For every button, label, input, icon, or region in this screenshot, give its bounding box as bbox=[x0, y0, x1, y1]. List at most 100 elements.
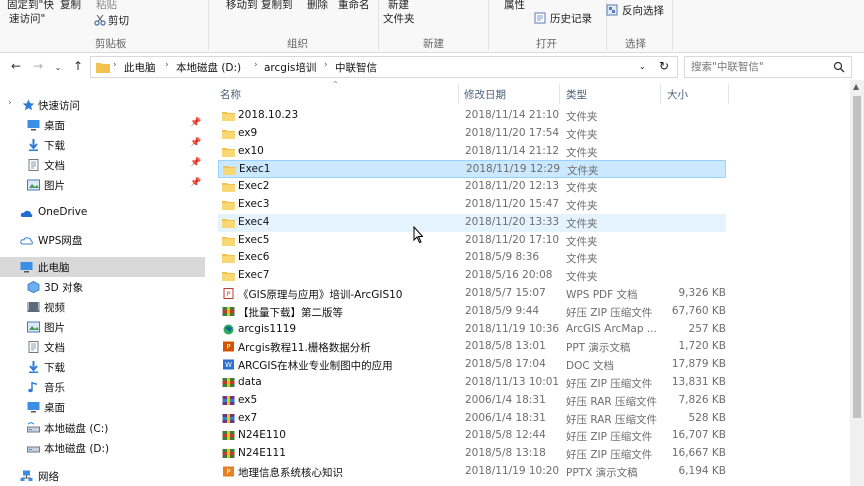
file-row[interactable]: Exec6 2018/5/9 8:36 文件夹 bbox=[218, 249, 726, 267]
address-dropdown-chevron-icon[interactable]: ⌄ bbox=[639, 62, 646, 71]
column-header-type[interactable]: 类型 bbox=[566, 87, 587, 102]
ribbon-separator bbox=[378, 0, 379, 50]
search-icon[interactable] bbox=[833, 61, 845, 73]
file-modified-date: 2018/11/19 10:36 bbox=[465, 322, 560, 335]
file-row[interactable]: Exec5 2018/11/20 17:10 文件夹 bbox=[218, 232, 726, 250]
nav-item-desktop-pinned[interactable]: 桌面 📌 bbox=[0, 115, 205, 135]
computer-icon bbox=[20, 262, 33, 273]
file-row[interactable]: arcgis1119 2018/11/19 10:36 ArcGIS ArcMap … bbox=[218, 321, 726, 339]
breadcrumb-arcgis-training[interactable]: arcgis培训 bbox=[264, 60, 316, 75]
ribbon-separator bbox=[672, 0, 673, 50]
column-header-date[interactable]: 修改日期 bbox=[464, 87, 506, 102]
column-divider[interactable] bbox=[559, 84, 560, 104]
invert-selection-button[interactable]: 反向选择 bbox=[622, 3, 664, 18]
properties-button[interactable]: 属性 bbox=[504, 0, 525, 12]
breadcrumb-drive-d[interactable]: 本地磁盘 (D:) bbox=[176, 60, 241, 75]
back-arrow-icon[interactable]: ← bbox=[8, 58, 24, 74]
refresh-icon[interactable]: ↻ bbox=[659, 59, 669, 73]
scroll-up-arrow-icon[interactable]: ▲ bbox=[853, 82, 859, 91]
column-divider[interactable] bbox=[458, 84, 459, 104]
nav-item-3d-objects[interactable]: 3D 对象 bbox=[0, 277, 205, 297]
address-row: ← → ⌄ ↑ › 此电脑 › 本地磁盘 (D:) › arcgis培训 › 中… bbox=[0, 54, 864, 80]
new-folder-label[interactable]: 文件夹 bbox=[383, 11, 415, 26]
recent-locations-chevron-icon[interactable]: ⌄ bbox=[50, 60, 66, 76]
file-name: 【批量下载】第二版等 bbox=[238, 306, 343, 319]
history-button[interactable]: 历史记录 bbox=[550, 11, 592, 26]
nav-item-drive-d[interactable]: 本地磁盘 (D:) bbox=[0, 438, 205, 458]
pin-icon[interactable]: 📌 bbox=[190, 158, 201, 168]
file-row[interactable]: W ARCGIS在林业专业制图中的应用 2018/5/8 17:04 DOC 文档 17… bbox=[218, 356, 726, 374]
cut-button[interactable]: 剪切 bbox=[108, 13, 129, 28]
breadcrumb-separator-icon[interactable]: › bbox=[254, 60, 258, 70]
nav-item-videos[interactable]: 视频 bbox=[0, 297, 205, 317]
column-divider[interactable] bbox=[660, 84, 661, 104]
nav-item-pictures[interactable]: 图片 bbox=[0, 317, 205, 337]
file-row[interactable]: Exec1 2018/11/19 12:29 文件夹 bbox=[218, 160, 726, 179]
vertical-scrollbar[interactable]: ▲ bbox=[850, 80, 864, 486]
paste-button[interactable]: 粘贴 bbox=[96, 0, 117, 12]
file-row[interactable]: 2018.10.23 2018/11/14 21:10 文件夹 bbox=[218, 107, 726, 125]
delete-button[interactable]: 删除 bbox=[307, 0, 328, 12]
rename-button[interactable]: 重命名 bbox=[338, 0, 370, 12]
up-arrow-icon[interactable]: ↑ bbox=[70, 58, 86, 74]
file-row[interactable]: Exec7 2018/5/16 20:08 文件夹 bbox=[218, 267, 726, 285]
breadcrumb-current-folder[interactable]: 中联智信 bbox=[335, 60, 377, 75]
nav-label: 桌面 bbox=[44, 120, 65, 132]
pin-icon[interactable]: 📌 bbox=[190, 178, 201, 188]
file-row[interactable]: Exec2 2018/11/20 12:13 文件夹 bbox=[218, 178, 726, 196]
nav-item-network[interactable]: 网络 bbox=[0, 466, 205, 486]
nav-item-pictures-pinned[interactable]: 图片 📌 bbox=[0, 175, 205, 195]
file-row[interactable]: ex5 2006/1/4 18:31 好压 RAR 压缩文件 7,826 KB bbox=[218, 392, 726, 410]
file-name: Exec7 bbox=[238, 269, 270, 282]
copy-to-button[interactable]: 复制到 bbox=[261, 0, 293, 12]
pin-quick-access-line2[interactable]: 速访问" bbox=[9, 11, 45, 26]
move-to-button[interactable]: 移动到 bbox=[226, 0, 258, 12]
file-row[interactable]: ex7 2006/1/4 18:31 好压 RAR 压缩文件 528 KB bbox=[218, 410, 726, 428]
expand-chevron-icon[interactable]: › bbox=[8, 98, 12, 108]
file-row[interactable]: N24E111 2018/5/8 13:18 好压 ZIP 压缩文件 16,667 K… bbox=[218, 445, 726, 463]
breadcrumb-separator-icon[interactable]: › bbox=[165, 60, 169, 70]
file-row[interactable]: Exec4 2018/11/20 13:33 文件夹 bbox=[218, 213, 726, 232]
file-row[interactable]: P 《GIS原理与应用》培训-ArcGIS10 2018/5/7 15:07 WPS … bbox=[218, 285, 726, 303]
nav-item-onedrive[interactable]: OneDrive bbox=[0, 203, 205, 223]
rar-icon bbox=[222, 395, 235, 405]
zip-icon bbox=[222, 306, 235, 316]
search-input[interactable] bbox=[691, 59, 826, 75]
file-row[interactable]: ex9 2018/11/20 17:54 文件夹 bbox=[218, 125, 726, 143]
column-divider[interactable] bbox=[728, 84, 729, 104]
ribbon: 固定到"快 速访问" 复制 粘贴 剪切 剪贴板 移动到 复制到 删除 重命名 组… bbox=[0, 0, 864, 53]
breadcrumb-this-pc[interactable]: 此电脑 bbox=[124, 60, 156, 75]
file-row[interactable]: N24E110 2018/5/8 12:44 好压 ZIP 压缩文件 16,707 K… bbox=[218, 427, 726, 445]
forward-arrow-icon[interactable]: → bbox=[30, 58, 46, 74]
search-box[interactable] bbox=[684, 56, 852, 78]
file-modified-date: 2018/5/8 17:04 bbox=[465, 358, 546, 371]
nav-item-music[interactable]: 音乐 bbox=[0, 377, 205, 397]
breadcrumb-separator-icon[interactable]: › bbox=[113, 60, 117, 70]
nav-item-this-pc[interactable]: 此电脑 bbox=[0, 257, 205, 277]
pin-icon[interactable]: 📌 bbox=[190, 138, 201, 148]
nav-item-wps-cloud[interactable]: WPS网盘 bbox=[0, 230, 205, 250]
file-row[interactable]: Exec3 2018/11/20 15:47 文件夹 bbox=[218, 196, 726, 214]
file-name: N24E111 bbox=[238, 447, 286, 460]
file-row[interactable]: data 2018/11/13 10:01 好压 ZIP 压缩文件 13,831 KB bbox=[218, 374, 726, 392]
address-bar[interactable]: › 此电脑 › 本地磁盘 (D:) › arcgis培训 › 中联智信 ⌄ ↻ bbox=[90, 56, 678, 78]
nav-item-downloads[interactable]: 下载 bbox=[0, 357, 205, 377]
copy-button[interactable]: 复制 bbox=[60, 0, 81, 12]
nav-item-quick-access[interactable]: › 快速访问 bbox=[0, 95, 205, 115]
breadcrumb-separator-icon[interactable]: › bbox=[324, 60, 328, 70]
nav-item-downloads-pinned[interactable]: 下载 📌 bbox=[0, 135, 205, 155]
file-row[interactable]: P Arcgis教程11.栅格数据分析 2018/5/8 13:01 PPT 演示文稿… bbox=[218, 338, 726, 356]
file-row[interactable]: 【批量下载】第二版等 2018/5/9 9:44 好压 ZIP 压缩文件 67,760… bbox=[218, 303, 726, 321]
nav-item-documents-pinned[interactable]: 文档 📌 bbox=[0, 155, 205, 175]
nav-item-desktop[interactable]: 桌面 bbox=[0, 397, 205, 417]
file-row[interactable]: ex10 2018/11/14 21:12 文件夹 bbox=[218, 143, 726, 161]
column-header-name[interactable]: 名称 bbox=[220, 87, 241, 102]
nav-item-drive-c[interactable]: 本地磁盘 (C:) bbox=[0, 418, 205, 438]
nav-item-documents[interactable]: 文档 bbox=[0, 337, 205, 357]
navigation-pane: › 快速访问 桌面 📌 下载 📌 文档 📌 图片 📌 OneDrive WPS网… bbox=[0, 86, 210, 486]
file-row[interactable]: P 地理信息系统核心知识 2018/11/19 10:20 PPTX 演示文稿 6,19… bbox=[218, 463, 726, 481]
column-header-size[interactable]: 大小 bbox=[667, 87, 688, 102]
pin-icon[interactable]: 📌 bbox=[190, 118, 201, 128]
file-modified-date: 2018/11/13 10:01 bbox=[465, 376, 560, 388]
scrollbar-thumb[interactable] bbox=[853, 96, 861, 418]
